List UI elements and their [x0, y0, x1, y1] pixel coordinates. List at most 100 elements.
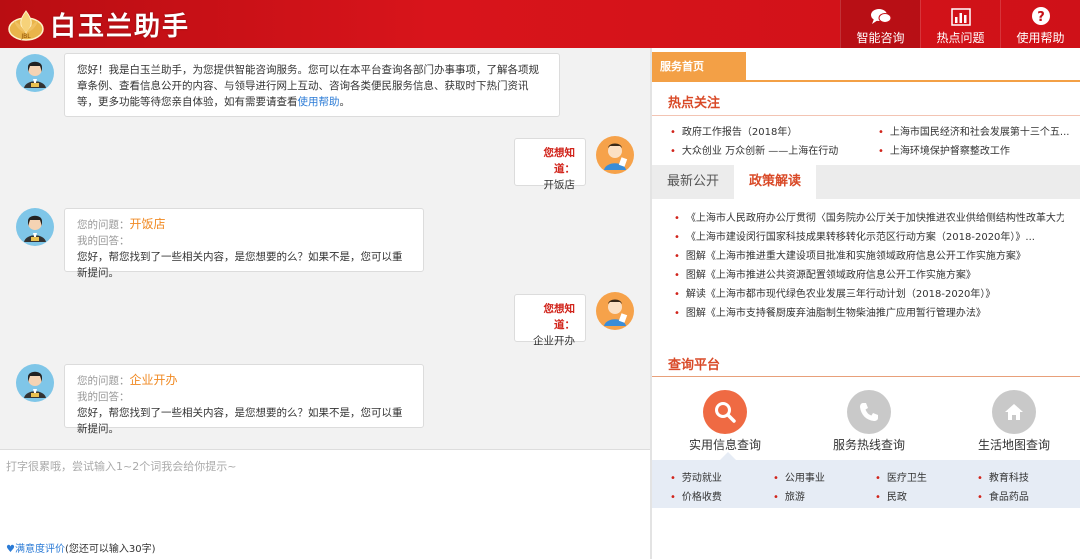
answer-text: 您好，帮您找到了一些相关内容，是您想要的么？如果不是，您可以重新提问。: [77, 251, 403, 279]
bot-avatar: [16, 364, 54, 402]
question-circle-icon: ?: [1001, 0, 1080, 26]
bullet: •: [670, 146, 676, 157]
hot-item-text: 大众创业 万众创新 ——上海在行动: [681, 146, 839, 157]
news-tabbar: 最新公开 政策解读: [652, 165, 1080, 199]
bullet: •: [674, 308, 680, 319]
nav-hot-questions[interactable]: 热点问题: [920, 0, 1000, 48]
category-item[interactable]: • 教育科技: [977, 469, 1029, 484]
bullet: •: [674, 213, 680, 224]
category-item[interactable]: • 价格收费: [670, 488, 722, 503]
query-label-hotline[interactable]: 服务热线查询: [809, 436, 929, 453]
chat-panel[interactable]: 您好！我是白玉兰助手，为您提供智能咨询服务。您可以在本平台查询各部门办事事项，了…: [0, 48, 650, 449]
logo: JBL 白玉兰助手: [6, 5, 190, 43]
phone-icon[interactable]: [847, 390, 891, 434]
bullet: •: [875, 492, 881, 503]
user-message: 您想知道： 企业开办: [514, 294, 586, 347]
rating-link[interactable]: 满意度评价: [15, 544, 65, 555]
category-text: 医疗卫生: [886, 473, 927, 484]
svg-text:JBL: JBL: [20, 33, 31, 40]
service-tab-line: [652, 80, 1080, 82]
tab-policy[interactable]: 政策解读: [734, 165, 816, 199]
category-text: 公用事业: [784, 473, 825, 484]
query-label-map[interactable]: 生活地图查询: [954, 436, 1074, 453]
hot-item[interactable]: • 上海市国民经济和社会发展第十三个五...: [878, 123, 1078, 138]
category-text: 劳动就业: [681, 473, 722, 484]
app-header: JBL 白玉兰助手 智能咨询 热点问题 ? 使用帮助: [0, 0, 1080, 48]
hot-item[interactable]: • 大众创业 万众创新 ——上海在行动: [670, 142, 870, 157]
bullet: •: [977, 473, 983, 484]
message-input[interactable]: 打字很累哦，尝试输入1~2个词我会给你提示~: [6, 458, 236, 474]
policy-item-text: 《上海市建设闵行国家科技成果转移转化示范区行动方案（2018-2020年）》..…: [685, 232, 1035, 243]
hot-divider: [652, 115, 1080, 116]
query-section-title: 查询平台: [668, 358, 721, 373]
search-icon[interactable]: [703, 390, 747, 434]
home-icon[interactable]: [992, 390, 1036, 434]
user-avatar: [596, 292, 634, 330]
app-title: 白玉兰助手: [50, 11, 191, 42]
hot-section-title: 热点关注: [668, 96, 721, 111]
query-label-info[interactable]: 实用信息查询: [665, 436, 785, 453]
nav-label: 使用帮助: [1016, 31, 1065, 45]
bot-avatar: [16, 208, 54, 246]
bot-answer: 您的问题：开饭店 我的回答： 您好，帮您找到了一些相关内容，是您想要的么？如果不…: [64, 208, 424, 279]
policy-item-text: 解读《上海市都市现代绿色农业发展三年行动计划（2018-2020年）》: [685, 289, 996, 300]
policy-item-text: 图解《上海市支持餐厨废弃油脂制生物柴油推广应用暂行管理办法》: [685, 308, 986, 319]
bullet: •: [878, 127, 884, 138]
char-count-hint: (您还可以输入30字): [64, 544, 156, 555]
policy-item[interactable]: • 图解《上海市推进公共资源配置领域政府信息公开工作实施方案》: [674, 266, 1064, 281]
bot-avatar: [16, 54, 54, 92]
user-message-title: 您想知道：: [543, 303, 576, 331]
category-item[interactable]: • 食品药品: [977, 488, 1029, 503]
user-message-text: 开饭店: [543, 179, 576, 191]
top-nav: 智能咨询 热点问题 ? 使用帮助: [840, 0, 1080, 48]
answer-label: 我的回答：: [77, 391, 130, 403]
policy-item[interactable]: • 《上海市人民政府办公厅贯彻〈国务院办公厅关于加快推进农业供给侧结构性改革大力.…: [674, 209, 1064, 224]
service-panel: 服务首页 热点关注 • 政府工作报告（2018年） • 上海市国民经济和社会发展第十…: [652, 48, 1080, 559]
magnolia-emblem-icon: JBL: [6, 5, 46, 43]
policy-item[interactable]: • 图解《上海市支持餐厨废弃油脂制生物柴油推广应用暂行管理办法》: [674, 304, 1064, 319]
user-message-title: 您想知道：: [543, 147, 576, 175]
help-link[interactable]: 使用帮助: [298, 96, 340, 108]
query-divider: [652, 376, 1080, 377]
heart-icon: ♥: [6, 544, 15, 555]
bullet: •: [773, 492, 779, 503]
tab-service-home[interactable]: 服务首页: [652, 52, 746, 81]
welcome-end: 。: [339, 96, 351, 108]
nav-label: 智能咨询: [856, 31, 905, 45]
message-input-area[interactable]: 打字很累哦，尝试输入1~2个词我会给你提示~ ♥满意度评价(您还可以输入30字): [0, 449, 650, 559]
svg-text:?: ?: [1037, 10, 1045, 25]
policy-item-text: 图解《上海市推进重大建设项目批准和实施领域政府信息公开工作实施方案》: [685, 251, 1026, 262]
category-item[interactable]: • 民政: [875, 488, 907, 503]
user-message: 您想知道： 开饭店: [514, 138, 586, 191]
hot-item[interactable]: • 政府工作报告（2018年）: [670, 123, 870, 138]
active-pointer: [720, 452, 736, 460]
question-label: 您的问题：: [77, 375, 130, 387]
answer-label: 我的回答：: [77, 235, 130, 247]
nav-help[interactable]: ? 使用帮助: [1000, 0, 1080, 48]
policy-item[interactable]: • 图解《上海市推进重大建设项目批准和实施领域政府信息公开工作实施方案》: [674, 247, 1064, 262]
policy-item-text: 《上海市人民政府办公厅贯彻〈国务院办公厅关于加快推进农业供给侧结构性改革大力..…: [685, 213, 1064, 224]
bar-chart-icon: [921, 0, 1000, 26]
question-value[interactable]: 开饭店: [130, 217, 166, 231]
bot-answer: 您的问题：企业开办 我的回答： 您好，帮您找到了一些相关内容，是您想要的么？如果…: [64, 364, 424, 435]
category-text: 食品药品: [988, 492, 1029, 503]
question-label: 您的问题：: [77, 219, 130, 231]
policy-item[interactable]: • 《上海市建设闵行国家科技成果转移转化示范区行动方案（2018-2020年）》.…: [674, 228, 1064, 243]
nav-smart-consult[interactable]: 智能咨询: [840, 0, 920, 48]
tab-latest[interactable]: 最新公开: [652, 165, 734, 199]
bullet: •: [977, 492, 983, 503]
welcome-message: 您好！我是白玉兰助手，为您提供智能咨询服务。您可以在本平台查询各部门办事事项，了…: [64, 53, 560, 117]
user-message-text: 企业开办: [533, 335, 575, 347]
hot-item[interactable]: • 上海环境保护督察整改工作: [878, 142, 1078, 157]
policy-item[interactable]: • 解读《上海市都市现代绿色农业发展三年行动计划（2018-2020年）》: [674, 285, 1064, 300]
bullet: •: [674, 270, 680, 281]
bullet: •: [670, 473, 676, 484]
question-value[interactable]: 企业开办: [130, 373, 178, 387]
category-item[interactable]: • 公用事业: [773, 469, 825, 484]
category-item[interactable]: • 旅游: [773, 488, 805, 503]
bullet: •: [878, 146, 884, 157]
category-item[interactable]: • 劳动就业: [670, 469, 722, 484]
category-item[interactable]: • 医疗卫生: [875, 469, 927, 484]
rating-row: ♥满意度评价(您还可以输入30字): [6, 540, 156, 555]
bullet: •: [674, 232, 680, 243]
